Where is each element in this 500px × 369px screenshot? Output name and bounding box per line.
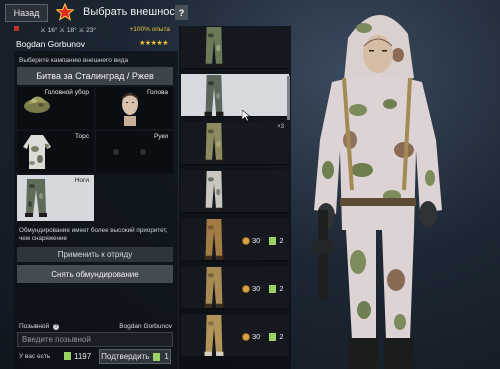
slot-head-gear-label: Головной убор	[44, 89, 89, 96]
campaign-label: Выберите кампанию внешнего вида	[19, 57, 129, 64]
list-item[interactable]: 30 2	[181, 314, 289, 357]
soldier-name: Bogdan Gorbunov	[16, 39, 85, 49]
callsign-label: Позывной ?	[19, 323, 59, 330]
slot-legs[interactable]: Ноги	[17, 175, 94, 221]
list-item[interactable]	[181, 170, 289, 213]
coin-icon	[242, 332, 250, 341]
coupon-icon	[269, 284, 277, 293]
uniform-priority-note: Обмундирование имеет более высокий приор…	[19, 227, 168, 242]
callsign-current-name: Bogdan Gorbunov	[119, 323, 172, 330]
wallet-balance: 1197	[64, 352, 91, 361]
coupon-icon	[153, 352, 161, 361]
slot-torso-label: Торс	[75, 133, 89, 140]
confirm-label: Подтвердить	[101, 352, 150, 361]
camo-pants-icon	[25, 179, 47, 217]
slot-head-label: Голова	[146, 89, 168, 96]
confirm-cost: 1	[164, 352, 169, 361]
face-icon	[122, 93, 138, 126]
gloves-icon	[113, 149, 146, 155]
price-silver: 30	[252, 284, 261, 293]
pants-icon	[204, 219, 224, 260]
appearance-panel: Выберите кампанию внешнего вида Битва за…	[14, 51, 178, 369]
uniform-item-list[interactable]: ×3 30 2 30 2 30 2	[179, 26, 291, 369]
pants-icon	[204, 123, 224, 164]
rating-stars: ★★★★★	[139, 40, 168, 47]
item-list-scrollbar[interactable]	[287, 76, 290, 120]
wallet-coupons: 1197	[74, 352, 92, 361]
soldier-info: ⚔ 16° ⚔ 18° ⚔ 23° +100% опыта Bogdan Gor…	[14, 26, 174, 50]
slot-head-gear[interactable]: Головной убор	[17, 87, 94, 129]
campaign-select[interactable]: Битва за Сталинград / Ржев	[17, 67, 173, 85]
slot-legs-label: Ноги	[74, 177, 89, 184]
item-price: 30 2	[242, 284, 284, 293]
back-button[interactable]: Назад	[5, 4, 48, 22]
xp-bonus: +100% опыта	[129, 26, 170, 33]
coupon-icon	[269, 236, 277, 245]
item-price: 30 2	[242, 332, 284, 341]
item-price: 30 2	[242, 236, 284, 245]
price-coupon: 2	[279, 332, 284, 341]
coin-icon	[242, 284, 250, 293]
price-coupon: 2	[279, 284, 284, 293]
list-item[interactable]: 30 2	[181, 218, 289, 261]
cursor-icon	[242, 110, 251, 122]
callsign-input[interactable]	[17, 332, 173, 347]
star-icon	[56, 3, 74, 21]
slot-hands[interactable]: Руки	[96, 131, 173, 173]
list-item[interactable]	[181, 74, 289, 117]
info-icon[interactable]: ?	[52, 324, 59, 330]
coin-icon	[242, 236, 250, 245]
camo-jacket-icon	[23, 135, 51, 169]
wallet-label: У вас есть	[19, 353, 51, 360]
confirm-button[interactable]: Подтвердить 1	[99, 349, 171, 364]
list-item[interactable]: ×3	[181, 122, 289, 165]
apply-to-squad-button[interactable]: Применить к отряду	[17, 247, 173, 262]
price-silver: 30	[252, 236, 261, 245]
coupon-icon	[64, 352, 71, 360]
slot-hands-label: Руки	[153, 133, 168, 140]
price-coupon: 2	[279, 236, 284, 245]
price-silver: 30	[252, 332, 261, 341]
slot-head[interactable]: Голова	[96, 87, 173, 129]
page-title: Выбрать внешность	[83, 6, 186, 18]
help-button[interactable]: ?	[175, 5, 188, 20]
pants-icon	[204, 75, 224, 116]
slot-torso[interactable]: Торс	[17, 131, 94, 173]
pants-icon	[204, 267, 224, 308]
list-item[interactable]	[181, 26, 289, 69]
callsign-label-text: Позывной	[19, 323, 50, 330]
list-item[interactable]: 30 2	[181, 266, 289, 309]
pants-icon	[204, 27, 224, 68]
rank-flag-icon	[14, 26, 19, 31]
soldier-character-preview[interactable]	[292, 0, 500, 369]
remove-uniform-button[interactable]: Снять обмундирование	[17, 265, 173, 283]
soldier-stats: ⚔ 16° ⚔ 18° ⚔ 23°	[40, 27, 96, 34]
coupon-icon	[269, 332, 277, 341]
item-count: ×3	[277, 124, 284, 130]
pants-icon	[204, 315, 224, 356]
pants-icon	[204, 171, 224, 212]
